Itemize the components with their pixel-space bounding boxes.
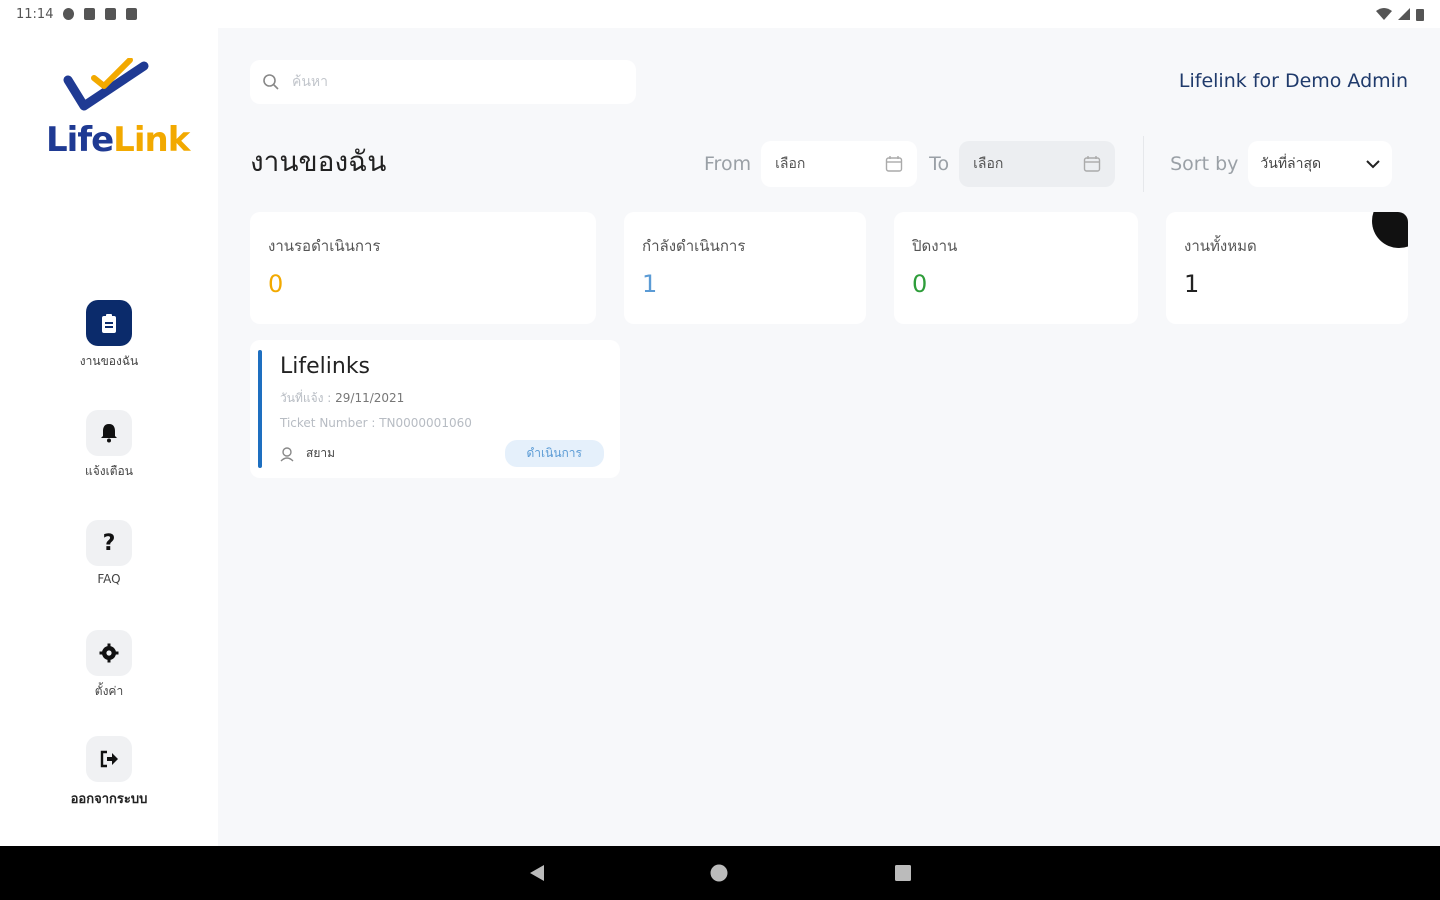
chevron-down-icon [1366, 160, 1381, 169]
stat-value: 0 [912, 270, 928, 298]
recents-icon[interactable] [894, 864, 912, 882]
ticket-date-value: 29/11/2021 [335, 391, 405, 405]
ticket-user-name: สยาม [306, 446, 336, 460]
sidebar-item-label: งานของฉัน [79, 354, 139, 368]
main-content: Lifelink for Demo Admin งานของฉัน From เ… [218, 28, 1440, 846]
filter-bar: From เลือก To เลือก Sort by วันที่ล่าสุด [704, 136, 1393, 192]
sidebar: LifeLink งานของฉัน แจ้งเตือน ? FAQ ตั้งค… [0, 28, 218, 846]
ticket-user: สยาม [280, 444, 335, 463]
stat-card-in-progress[interactable]: กำลังดำเนินการ 1 [624, 212, 866, 324]
sidebar-item-settings[interactable]: ตั้งค่า [0, 630, 218, 701]
settings-status-icon [63, 8, 75, 20]
bell-icon [86, 410, 132, 456]
lifelink-logo: LifeLink [44, 57, 190, 160]
logout-icon [86, 736, 132, 782]
stat-value: 1 [642, 270, 658, 298]
ticket-number: Ticket Number : TN0000001060 [280, 416, 604, 430]
page-title: งานของฉัน [250, 145, 387, 178]
logo-text: LifeLink [46, 120, 190, 160]
notification-status-icon [105, 8, 117, 20]
sim-status-icon [126, 8, 138, 20]
stat-card-closed[interactable]: ปิดงาน 0 [894, 212, 1138, 324]
sidebar-item-faq[interactable]: ? FAQ [0, 520, 218, 586]
ticket-title: Lifelinks [280, 354, 371, 379]
sidebar-item-notifications[interactable]: แจ้งเตือน [0, 410, 218, 481]
search-input[interactable] [292, 74, 612, 90]
from-date-value: เลือก [775, 156, 806, 172]
gear-icon [86, 630, 132, 676]
sidebar-item-label: ออกจากระบบ [70, 792, 148, 807]
to-date-value: เลือก [973, 156, 1004, 172]
calendar-icon [885, 156, 903, 172]
battery-icon [1416, 8, 1424, 21]
stat-label: งานทั้งหมด [1184, 237, 1257, 255]
stat-value: 1 [1184, 270, 1200, 298]
ticket-date: วันที่แจ้ง : 29/11/2021 [280, 389, 604, 408]
sort-dropdown[interactable]: วันที่ล่าสุด [1248, 141, 1393, 187]
sidebar-item-logout[interactable]: ออกจากระบบ [0, 736, 218, 809]
stat-label: งานรอดำเนินการ [268, 237, 381, 255]
system-navigation-bar [0, 846, 1440, 900]
question-icon: ? [86, 520, 132, 566]
stat-label: กำลังดำเนินการ [642, 237, 746, 255]
search-bar[interactable] [250, 60, 636, 104]
search-icon [263, 74, 279, 90]
status-bar: 11:14 [0, 0, 1440, 28]
calendar-icon [1083, 156, 1101, 172]
stat-label: ปิดงาน [912, 237, 958, 255]
stat-value: 0 [268, 270, 284, 298]
sidebar-item-my-tasks[interactable]: งานของฉัน [0, 300, 218, 371]
ticket-number-value: TN0000001060 [379, 416, 472, 430]
filter-divider [1143, 136, 1145, 192]
from-label: From [704, 153, 752, 175]
to-date-picker[interactable]: เลือก [959, 141, 1116, 187]
logo-check-mark [63, 57, 149, 111]
to-label: To [929, 153, 950, 175]
sort-label: Sort by [1170, 153, 1239, 175]
wifi-icon [1376, 8, 1392, 20]
status-time: 11:14 [16, 6, 54, 22]
sidebar-item-label: แจ้งเตือน [85, 464, 133, 478]
sort-value: วันที่ล่าสุด [1260, 156, 1322, 172]
sidebar-item-label: FAQ [97, 572, 121, 586]
notification-status-icon [84, 8, 96, 20]
ticket-date-label: วันที่แจ้ง : [280, 391, 336, 405]
back-icon[interactable] [528, 864, 546, 882]
ticket-accent-bar [258, 350, 262, 468]
ticket-footer: สยาม ดำเนินการ [280, 440, 604, 467]
sidebar-item-label: ตั้งค่า [94, 684, 124, 698]
user-icon [280, 446, 294, 462]
stat-card-pending[interactable]: งานรอดำเนินการ 0 [250, 212, 596, 324]
ticket-number-label: Ticket Number : [280, 416, 380, 430]
ticket-card[interactable]: Lifelinks วันที่แจ้ง : 29/11/2021 Ticket… [250, 340, 620, 478]
from-date-picker[interactable]: เลือก [761, 141, 918, 187]
home-icon[interactable] [710, 864, 728, 882]
stat-card-total[interactable]: งานทั้งหมด 1 [1166, 212, 1408, 324]
status-badge: ดำเนินการ [504, 440, 604, 467]
signal-icon [1398, 8, 1410, 20]
user-name[interactable]: Lifelink for Demo Admin [1179, 70, 1408, 92]
clipboard-icon [86, 300, 132, 346]
